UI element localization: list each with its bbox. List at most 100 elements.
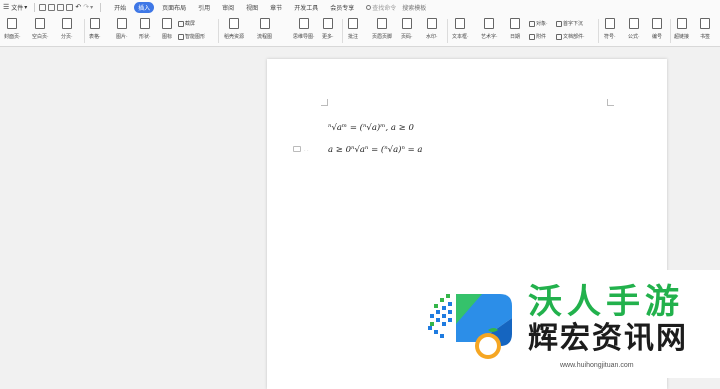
tab-references[interactable]: 引用 [194,2,214,13]
preview-icon[interactable] [66,3,74,11]
divider [342,19,343,43]
title-bar: ☰ 文件 ▾ ↶ ↷ ▾ 开始 插入 页面布局 引用 审阅 视图 章节 开发工具… [0,0,720,14]
button-label: 符号· [604,34,616,40]
mind-map-button[interactable]: 思维导图· [293,18,315,40]
screenshot-button[interactable]: 截屏 [178,20,195,27]
tab-section[interactable]: 章节 [266,2,286,13]
hyperlink-button[interactable]: 超链接 [674,18,689,40]
output-icon[interactable] [48,3,56,11]
formula-line[interactable]: a ≥ 0ⁿ√aⁿ = (ⁿ√a)ⁿ = a [328,145,423,155]
table-button[interactable]: 表格· [89,18,101,40]
smart-graphic-icon [178,33,184,40]
symbol-button[interactable]: 符号· [604,18,616,40]
hamburger-icon: ☰ [3,4,10,11]
button-label: 水印· [426,34,438,40]
tab-view[interactable]: 视图 [242,2,262,13]
comment-button[interactable]: 批注 [348,18,358,40]
template-search[interactable]: 搜索模板 [402,3,426,12]
word-art-icon [484,18,495,29]
object-button[interactable]: 对象· [529,20,548,27]
save-icon[interactable] [39,3,47,11]
cover-page-button[interactable]: 封面页· [4,18,21,40]
text-box-button[interactable]: 文本框· [452,18,469,40]
tab-developer[interactable]: 开发工具 [290,2,322,13]
mind-map-icon [298,18,309,29]
menu-button[interactable]: ☰ 文件 ▾ [3,3,27,12]
header-footer-button[interactable]: 页眉页脚 [372,18,392,40]
print-icon[interactable] [57,3,65,11]
tab-review[interactable]: 审阅 [218,2,238,13]
watermark-url: www.huihongjituan.com [560,362,634,369]
date-button[interactable]: 日期 [510,18,520,40]
button-label: 截屏 [185,21,196,27]
tab-page-layout[interactable]: 页面布局 [158,2,190,13]
button-label: 图片· [116,34,128,40]
button-label: 流程图 [257,34,273,40]
more-button[interactable]: 更多· [322,18,334,40]
button-label: 首字下沉 [563,21,584,27]
chevron-down-icon: ▾ [24,4,28,11]
undo-icon[interactable]: ↶ [75,3,81,11]
icon-button[interactable]: 图标 [162,18,172,40]
bookmark-button[interactable]: 书签 [700,18,710,40]
watermark-icon [426,18,437,29]
chevron-down-icon[interactable]: ▾ [90,4,93,11]
formula-button[interactable]: 公式· [628,18,640,40]
word-art-button[interactable]: 艺术字· [481,18,498,40]
ribbon-insert: 封面页· 空白页· 分页· 表格· 图片· 形状· 图标 截屏 智能图形 稻壳资… [0,14,720,47]
page-break-button[interactable]: 分页· [61,18,73,40]
button-label: 艺术字· [481,34,498,40]
divider [598,19,599,43]
cover-page-icon [7,18,18,29]
doc-part-button[interactable]: 文档部件· [556,33,585,40]
site-watermark: 沃人手游 辉宏资讯网 www.huihongjituan.com [420,270,720,378]
site-logo-icon [428,294,512,359]
blank-page-button[interactable]: 空白页· [32,18,49,40]
attachment-button[interactable]: 附件 [529,33,546,40]
button-label: 分页· [61,34,73,40]
page-number-button[interactable]: 页码· [401,18,413,40]
attachment-icon [529,33,535,40]
hyperlink-icon [676,18,687,29]
watermark-button[interactable]: 水印· [426,18,438,40]
header-footer-icon [377,18,387,29]
tab-member[interactable]: 会员专享 [326,2,358,13]
watermark-title: 沃人手游 [528,282,684,322]
object-icon [529,20,535,27]
paragraph-indicator: · · [304,148,309,154]
icon-library-icon [162,18,172,29]
shape-button[interactable]: 形状· [139,18,151,40]
button-label: 日期 [510,34,521,40]
button-label: 批注 [348,34,359,40]
tab-home[interactable]: 开始 [110,2,130,13]
table-icon [89,18,100,29]
paragraph-handle-icon[interactable] [293,146,301,152]
button-label: 页眉页脚 [372,34,393,40]
drop-cap-button[interactable]: 首字下沉 [556,20,583,27]
button-label: 文档部件· [563,34,585,40]
command-search[interactable]: 查找命令 [366,3,396,12]
picture-button[interactable]: 图片· [116,18,128,40]
comment-icon [348,18,358,29]
button-label: 编号 [652,34,663,40]
screenshot-icon [178,20,184,27]
quick-access-toolbar: ↶ ↷ ▾ [38,3,93,11]
divider [100,2,102,12]
flowchart-button[interactable]: 流程图 [257,18,272,40]
docer-resource-button[interactable]: 稻壳资源 [224,18,244,40]
smart-graphic-button[interactable]: 智能图形 [178,33,205,40]
bookmark-icon [700,18,710,29]
docer-resource-icon [229,18,239,29]
tab-insert[interactable]: 插入 [134,1,155,13]
button-label: 附件 [536,34,547,40]
text-box-icon [455,18,466,29]
formula-line[interactable]: ⁿ√aᵐ = (ⁿ√a)ᵐ, a ≥ 0 [328,123,414,133]
formula-icon [628,18,639,29]
divider [447,19,448,43]
redo-icon[interactable]: ↷ [83,3,89,11]
button-label: 书签 [700,34,711,40]
page-number-icon [401,18,412,29]
numbering-button[interactable]: 编号 [652,18,662,40]
button-label: 稻壳资源 [224,34,245,40]
margin-marker [321,99,328,106]
